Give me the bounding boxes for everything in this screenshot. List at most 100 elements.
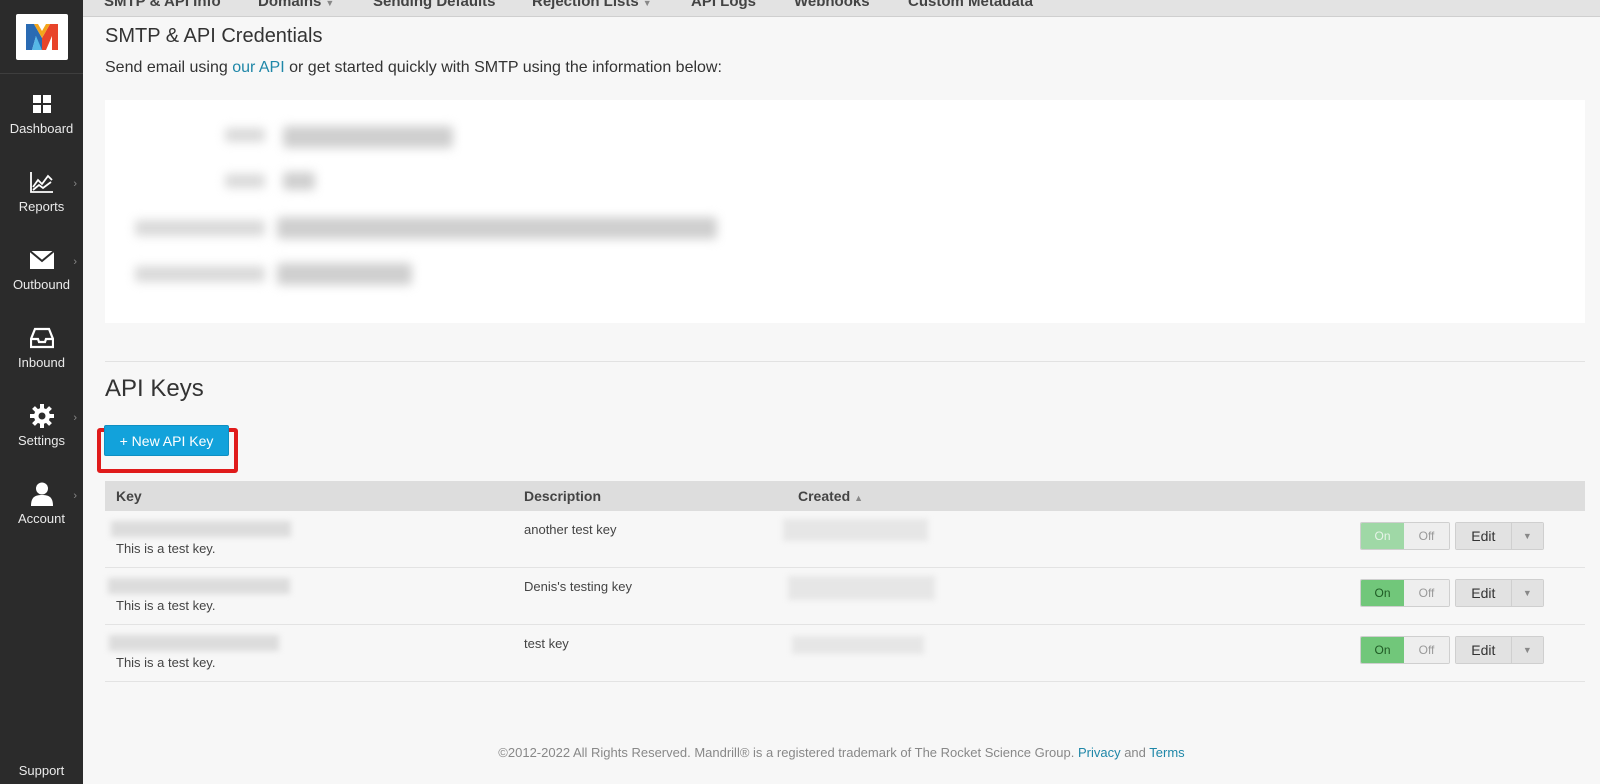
redacted-key — [111, 521, 291, 537]
toggle-on[interactable]: On — [1361, 637, 1405, 663]
sort-ascending-icon: ▲ — [854, 493, 864, 503]
redacted-label — [135, 266, 265, 282]
our-api-link[interactable]: our API — [232, 59, 284, 76]
edit-button[interactable]: Edit — [1456, 637, 1512, 663]
redacted-label — [135, 220, 265, 236]
tab-domains[interactable]: Domains ▼ — [258, 0, 334, 10]
section-divider — [105, 361, 1585, 362]
credentials-box — [105, 100, 1585, 323]
sidebar-item-label: Outbound — [12, 276, 71, 292]
tab-label: Custom Metadata — [908, 0, 1034, 10]
edit-button[interactable]: Edit — [1456, 580, 1512, 606]
edit-button-group: Edit ▼ — [1455, 579, 1544, 607]
grid-icon — [29, 91, 55, 117]
envelope-icon — [29, 247, 55, 273]
chevron-right-icon: › — [73, 490, 77, 502]
credentials-title: SMTP & API Credentials — [105, 25, 323, 47]
tab-smtp-api-info[interactable]: SMTP & API Info — [104, 0, 221, 10]
caret-down-icon[interactable]: ▼ — [1511, 637, 1543, 663]
tab-label: API Logs — [691, 0, 757, 10]
table-row: This is a test key. test key On Off Edit… — [105, 625, 1585, 682]
enable-toggle[interactable]: On Off — [1360, 522, 1450, 550]
sidebar-item-inbound[interactable]: Inbound — [0, 308, 83, 386]
logo-area — [0, 0, 83, 74]
support-link[interactable]: Support — [0, 763, 83, 778]
new-api-key-button[interactable]: + New API Key — [104, 425, 229, 456]
table-header: Key Description Created ▲ — [105, 481, 1585, 511]
sidebar-item-settings[interactable]: Settings › — [0, 386, 83, 464]
intro-text: or get started quickly with SMTP using t… — [284, 59, 722, 76]
terms-link[interactable]: Terms — [1149, 745, 1184, 760]
settings-tabs: SMTP & API Info Domains ▼ Sending Default… — [83, 0, 1600, 17]
sidebar: Dashboard Reports › Outbound › Inbound S… — [0, 0, 83, 784]
sidebar-item-label: Settings — [18, 432, 65, 448]
tab-custom-metadata[interactable]: Custom Metadata — [908, 0, 1033, 10]
toggle-on[interactable]: On — [1361, 523, 1405, 549]
edit-button-group: Edit ▼ — [1455, 522, 1544, 550]
key-description: another test key — [524, 522, 617, 537]
enable-toggle[interactable]: On Off — [1360, 579, 1450, 607]
inbox-icon — [29, 325, 55, 351]
tab-label: SMTP & API Info — [104, 0, 221, 10]
redacted-value — [277, 263, 412, 285]
privacy-link[interactable]: Privacy — [1078, 745, 1121, 760]
chevron-right-icon: › — [73, 178, 77, 190]
toggle-off[interactable]: Off — [1404, 637, 1449, 663]
toggle-off[interactable]: Off — [1404, 580, 1449, 606]
tab-label: Sending Defaults — [373, 0, 496, 10]
tab-webhooks[interactable]: Webhooks — [794, 0, 870, 10]
sidebar-item-outbound[interactable]: Outbound › — [0, 230, 83, 308]
column-header-description[interactable]: Description — [524, 488, 601, 504]
redacted-created-date — [788, 576, 935, 600]
footer-and: and — [1124, 745, 1146, 760]
main-content: SMTP & API Credentials Send email using … — [83, 17, 1600, 784]
sidebar-item-label: Account — [18, 510, 65, 526]
column-header-created[interactable]: Created ▲ — [798, 488, 863, 504]
redacted-created-date — [792, 636, 924, 654]
tab-api-logs[interactable]: API Logs — [691, 0, 756, 10]
chevron-right-icon: › — [73, 256, 77, 268]
redacted-created-date — [783, 519, 928, 541]
column-header-key[interactable]: Key — [116, 488, 142, 504]
enable-toggle[interactable]: On Off — [1360, 636, 1450, 664]
footer: ©2012-2022 All Rights Reserved. Mandrill… — [83, 745, 1600, 760]
sidebar-item-label: Inbound — [18, 354, 65, 370]
redacted-label — [225, 174, 265, 188]
redacted-key — [108, 578, 290, 594]
key-description: test key — [524, 636, 569, 651]
table-row: This is a test key. Denis's testing key … — [105, 568, 1585, 625]
caret-down-icon[interactable]: ▼ — [1511, 580, 1543, 606]
edit-button[interactable]: Edit — [1456, 523, 1512, 549]
user-icon — [29, 481, 55, 507]
tab-label: Domains — [258, 0, 322, 10]
gear-icon — [29, 403, 55, 429]
tab-rejection-lists[interactable]: Rejection Lists ▼ — [532, 0, 652, 10]
redacted-value — [277, 217, 717, 239]
sidebar-item-reports[interactable]: Reports › — [0, 152, 83, 230]
caret-down-icon[interactable]: ▼ — [1511, 523, 1543, 549]
key-note: This is a test key. — [116, 655, 216, 670]
credentials-intro: Send email using our API or get started … — [105, 59, 722, 77]
chevron-right-icon: › — [73, 412, 77, 424]
redacted-value — [283, 172, 315, 190]
tab-sending-defaults[interactable]: Sending Defaults — [373, 0, 496, 10]
redacted-value — [283, 126, 453, 148]
caret-down-icon: ▼ — [325, 0, 335, 8]
sidebar-item-dashboard[interactable]: Dashboard — [0, 74, 83, 152]
mandrill-logo[interactable] — [15, 13, 68, 60]
toggle-on[interactable]: On — [1361, 580, 1405, 606]
key-note: This is a test key. — [116, 598, 216, 613]
redacted-key — [109, 635, 279, 651]
caret-down-icon: ▼ — [642, 0, 652, 8]
footer-copyright: ©2012-2022 All Rights Reserved. Mandrill… — [498, 745, 1075, 760]
tab-label: Rejection Lists — [532, 0, 639, 10]
intro-text: Send email using — [105, 59, 233, 76]
sidebar-item-account[interactable]: Account › — [0, 464, 83, 542]
edit-button-group: Edit ▼ — [1455, 636, 1544, 664]
sidebar-item-label: Reports — [18, 198, 65, 214]
sidebar-item-label: Dashboard — [9, 120, 74, 136]
key-note: This is a test key. — [116, 541, 216, 556]
api-keys-title: API Keys — [105, 375, 204, 402]
chart-icon — [29, 169, 55, 195]
toggle-off[interactable]: Off — [1404, 523, 1449, 549]
